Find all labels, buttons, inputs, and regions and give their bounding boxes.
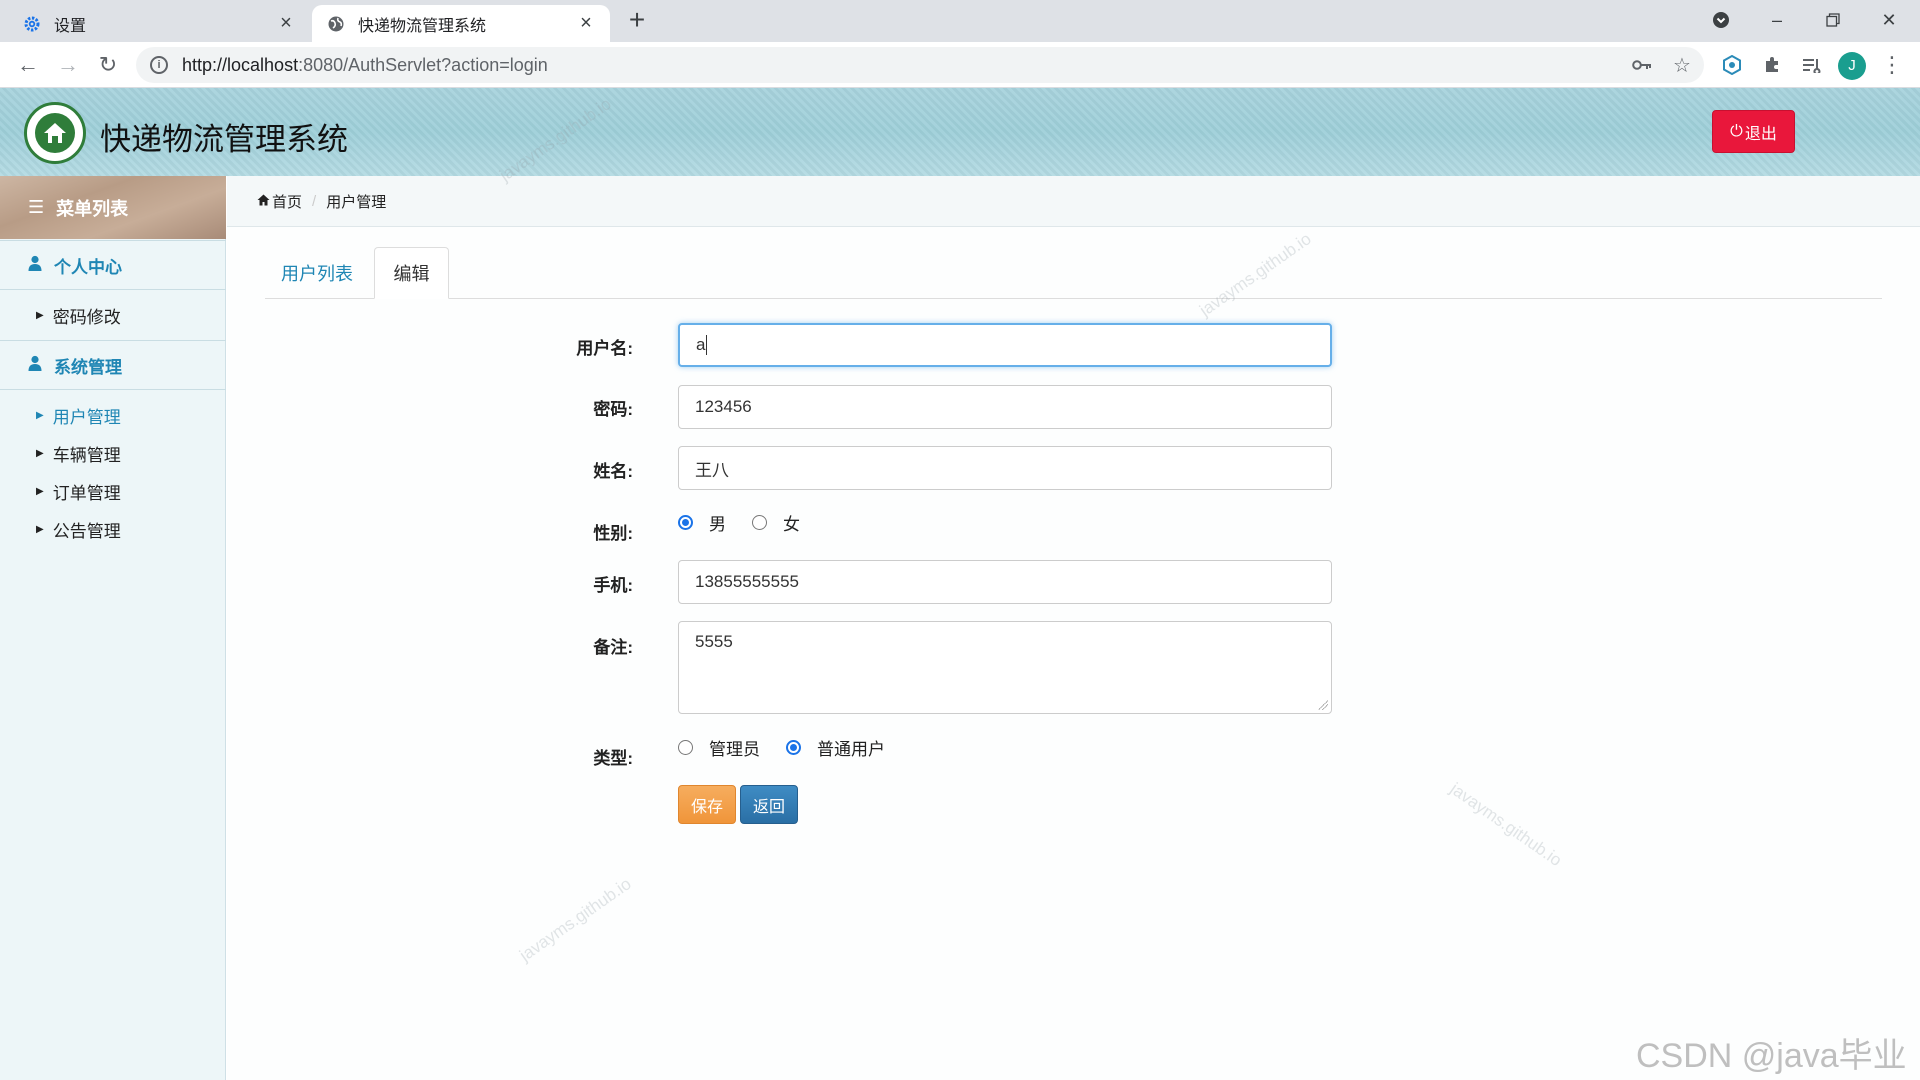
close-icon[interactable]: × xyxy=(576,12,596,35)
url-text: http://localhost:8080/AuthServlet?action… xyxy=(182,54,548,75)
gender-female-radio[interactable] xyxy=(752,515,767,530)
logout-label: 退出 xyxy=(1744,125,1777,143)
breadcrumb-separator: / xyxy=(312,192,317,210)
back-arrow-icon[interactable]: ← xyxy=(12,49,44,81)
browser-tab-title: 设置 xyxy=(54,17,87,35)
username-value: a xyxy=(696,335,706,354)
type-label: 类型: xyxy=(593,749,633,768)
sidebar-heading: ☰ 菜单列表 xyxy=(0,176,226,239)
sidebar-item-label: 用户管理 xyxy=(52,408,121,427)
gender-option-label: 女 xyxy=(783,515,800,534)
browser-tab-strip: 设置 × 快递物流管理系统 × + – ✕ xyxy=(0,0,1920,42)
sidebar-item-vehicle-management[interactable]: ▶ 车辆管理 xyxy=(36,441,121,466)
csdn-watermark: CSDN @java毕业 xyxy=(1636,1037,1907,1075)
forward-arrow-icon[interactable]: → xyxy=(52,49,84,81)
sidebar-section-label: 个人中心 xyxy=(54,257,122,277)
list-icon: ☰ xyxy=(28,197,45,217)
user-icon xyxy=(28,355,42,376)
new-tab-button[interactable]: + xyxy=(622,6,652,36)
password-label: 密码: xyxy=(593,400,633,419)
type-option-label: 管理员 xyxy=(709,740,760,759)
browser-tab-title: 快递物流管理系统 xyxy=(358,17,487,35)
close-icon[interactable]: × xyxy=(276,12,296,35)
minimize-button[interactable]: – xyxy=(1749,0,1805,40)
content-tabs: 用户列表 编辑 xyxy=(265,247,1882,299)
gender-label: 性别: xyxy=(593,524,633,543)
sidebar: ☰ 菜单列表 个人中心 ▶ 密码修改 系统管理 ▶ 用户管理 ▶ 车辆管理 ▶ … xyxy=(0,176,226,1080)
caret-right-icon: ▶ xyxy=(36,486,44,497)
browser-tab-app[interactable]: 快递物流管理系统 × xyxy=(312,5,610,42)
info-icon[interactable]: i xyxy=(150,56,168,74)
type-admin-radio[interactable] xyxy=(678,740,693,755)
sidebar-heading-label: 菜单列表 xyxy=(56,198,129,219)
house-icon xyxy=(35,113,75,153)
reading-list-icon[interactable] xyxy=(1796,49,1828,81)
gear-icon xyxy=(22,14,42,34)
gender-radio-group: 男 女 xyxy=(678,510,826,535)
app-header: 快递物流管理系统 ⏻ 退出 xyxy=(0,88,1920,176)
caret-right-icon: ▶ xyxy=(36,524,44,535)
tab-user-list[interactable]: 用户列表 xyxy=(265,247,369,299)
name-label: 姓名: xyxy=(593,462,633,481)
key-icon[interactable] xyxy=(1626,49,1658,81)
type-option-label: 普通用户 xyxy=(817,740,885,759)
type-normal-user-radio[interactable] xyxy=(786,740,801,755)
sidebar-item-label: 车辆管理 xyxy=(52,446,121,465)
remark-value: 5555 xyxy=(695,632,733,651)
close-window-button[interactable]: ✕ xyxy=(1861,0,1917,40)
browser-tab-settings[interactable]: 设置 × xyxy=(8,5,310,42)
phone-input[interactable]: 13855555555 xyxy=(678,560,1332,604)
home-icon xyxy=(257,194,270,209)
back-button[interactable]: 返回 xyxy=(740,785,798,824)
globe-icon xyxy=(326,14,346,34)
tab-edit[interactable]: 编辑 xyxy=(374,247,449,299)
kebab-menu-icon[interactable]: ⋮ xyxy=(1876,49,1908,81)
remark-textarea[interactable]: 5555 xyxy=(678,621,1332,714)
user-icon xyxy=(28,255,42,276)
university-logo xyxy=(24,102,86,164)
reload-icon[interactable]: ↻ xyxy=(92,49,124,81)
sidebar-section-personal[interactable]: 个人中心 xyxy=(0,240,226,290)
resize-handle-icon[interactable] xyxy=(1318,700,1328,710)
caret-right-icon: ▶ xyxy=(36,310,44,321)
sidebar-item-label: 公告管理 xyxy=(52,522,121,541)
gender-male-radio[interactable] xyxy=(678,515,693,530)
sidebar-item-order-management[interactable]: ▶ 订单管理 xyxy=(36,479,121,504)
type-radio-group: 管理员 普通用户 xyxy=(678,735,911,760)
name-input[interactable]: 王八 xyxy=(678,446,1332,490)
sidebar-item-label: 密码修改 xyxy=(52,308,121,327)
username-input[interactable]: a xyxy=(678,323,1332,367)
remark-label: 备注: xyxy=(593,638,633,657)
sidebar-item-password[interactable]: ▶ 密码修改 xyxy=(36,303,121,328)
bookmark-star-icon[interactable]: ☆ xyxy=(1666,49,1698,81)
password-input[interactable]: 123456 xyxy=(678,385,1332,429)
gender-option-label: 男 xyxy=(709,515,726,534)
sidebar-section-system[interactable]: 系统管理 xyxy=(0,340,226,390)
save-button[interactable]: 保存 xyxy=(678,785,736,824)
main-content: 用户列表 编辑 用户名: a 密码: 123456 姓名: 王八 性别: 男 女… xyxy=(227,227,1920,1080)
breadcrumb: 首页 / 用户管理 xyxy=(227,176,1920,227)
username-label: 用户名: xyxy=(576,339,633,358)
tab-search-icon[interactable] xyxy=(1693,0,1749,40)
breadcrumb-home[interactable]: 首页 xyxy=(272,191,302,212)
text-cursor xyxy=(706,335,708,355)
profile-avatar[interactable]: J xyxy=(1838,52,1866,80)
address-bar[interactable]: i http://localhost:8080/AuthServlet?acti… xyxy=(136,47,1704,83)
sidebar-item-label: 订单管理 xyxy=(52,484,121,503)
restore-button[interactable] xyxy=(1805,0,1861,40)
caret-right-icon: ▶ xyxy=(36,448,44,459)
sidebar-item-notice-management[interactable]: ▶ 公告管理 xyxy=(36,517,121,542)
logout-button[interactable]: ⏻ 退出 xyxy=(1712,110,1795,153)
caret-right-icon: ▶ xyxy=(36,410,44,421)
extension-hex-icon[interactable] xyxy=(1716,49,1748,81)
phone-label: 手机: xyxy=(593,576,633,595)
puzzle-icon[interactable] xyxy=(1756,49,1788,81)
browser-toolbar: ← → ↻ i http://localhost:8080/AuthServle… xyxy=(0,42,1920,88)
sidebar-item-user-management[interactable]: ▶ 用户管理 xyxy=(36,403,121,428)
sidebar-section-label: 系统管理 xyxy=(54,357,122,377)
breadcrumb-current: 用户管理 xyxy=(326,193,387,211)
power-icon: ⏻ xyxy=(1730,122,1743,140)
app-title: 快递物流管理系统 xyxy=(100,122,348,157)
